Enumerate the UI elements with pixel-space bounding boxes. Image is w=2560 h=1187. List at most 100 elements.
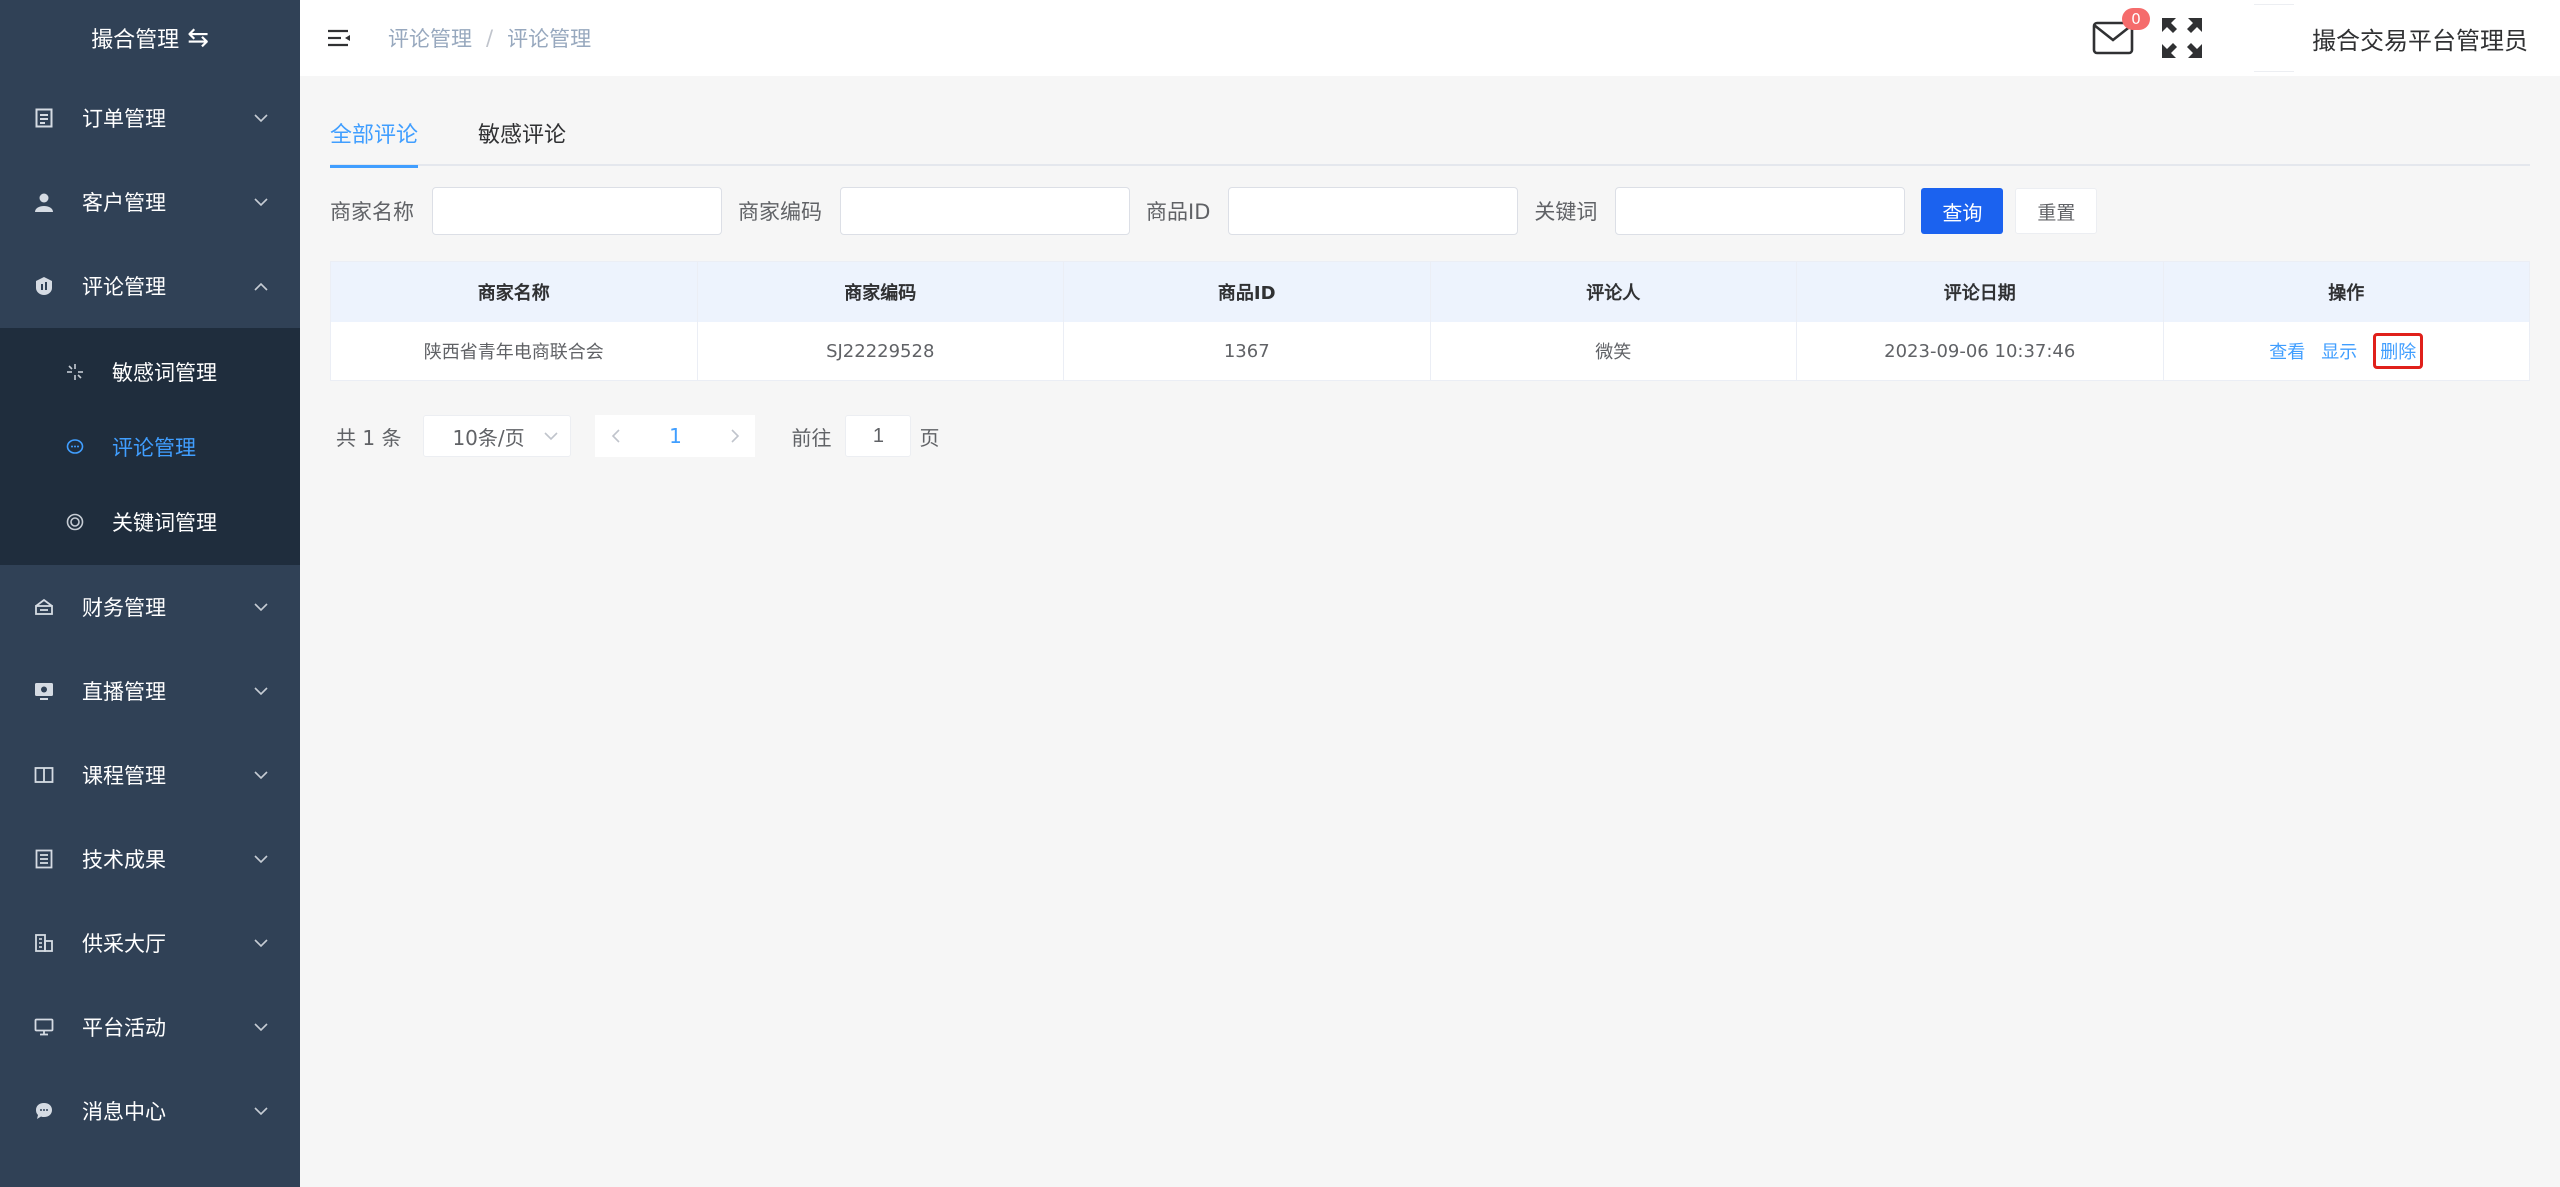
merchant-name-cell: 陕西省青年电商联合会 bbox=[331, 322, 698, 380]
avatar[interactable] bbox=[2254, 4, 2294, 72]
chevron-up-icon bbox=[252, 277, 270, 295]
comments-submenu: 敏感词管理 评论管理 关键词管理 bbox=[0, 328, 300, 565]
menu-toggle-icon[interactable] bbox=[326, 25, 352, 51]
page-size-select[interactable]: 10条/页 bbox=[423, 415, 572, 457]
sidebar-item-finance[interactable]: 财务管理 bbox=[0, 565, 300, 649]
page-suffix: 页 bbox=[919, 425, 940, 450]
column-header: 评论人 bbox=[1431, 262, 1797, 322]
column-header: 评论日期 bbox=[1797, 262, 2164, 322]
breadcrumb-separator: / bbox=[486, 26, 494, 50]
chevron-down-icon bbox=[252, 1102, 270, 1120]
sidebar-subitem-comment-management[interactable]: 评论管理 bbox=[0, 409, 300, 484]
chevron-down-icon bbox=[252, 1018, 270, 1036]
building-icon bbox=[32, 931, 56, 955]
mail-badge: 0 bbox=[2122, 8, 2150, 30]
header-actions: 0 撮合交易平台管理员 bbox=[2092, 0, 2560, 76]
sidebar-item-customers[interactable]: 客户管理 bbox=[0, 160, 300, 244]
sparkle-icon bbox=[64, 361, 86, 383]
tab-all-comments[interactable]: 全部评论 bbox=[330, 116, 419, 168]
view-button[interactable]: 查看 bbox=[2269, 338, 2305, 364]
monitor-icon bbox=[32, 1015, 56, 1039]
main-content: 全部评论 敏感评论 商家名称 商家编码 商品ID 关键词 查询 重置 商家名称 … bbox=[300, 76, 2560, 1187]
list-doc-icon bbox=[32, 847, 56, 871]
merchant-code-label: 商家编码 bbox=[738, 200, 822, 224]
goto-page-input[interactable] bbox=[845, 415, 912, 457]
live-screen-icon bbox=[32, 679, 56, 703]
chevron-down-icon bbox=[252, 682, 270, 700]
actions-cell: 查看 显示 删除 bbox=[2164, 322, 2530, 380]
column-header: 商品ID bbox=[1064, 262, 1431, 322]
delete-button[interactable]: 删除 bbox=[2373, 333, 2424, 369]
username[interactable]: 撮合交易平台管理员 bbox=[2312, 21, 2528, 56]
message-bubble-icon bbox=[32, 1099, 56, 1123]
sidebar-item-label: 客户管理 bbox=[82, 191, 166, 215]
column-header: 商家编码 bbox=[698, 262, 1064, 322]
pagination: 共 1 条 10条/页 1 前往 页 bbox=[336, 414, 939, 458]
sidebar-subitem-label: 敏感词管理 bbox=[112, 360, 217, 385]
top-header: 评论管理 / 评论管理 0 撮合交易平台管理员 bbox=[300, 0, 2560, 76]
pagination-total: 共 1 条 bbox=[336, 425, 402, 450]
chevron-down-icon bbox=[252, 850, 270, 868]
chevron-down-icon bbox=[252, 109, 270, 127]
comment-shield-icon bbox=[32, 274, 56, 298]
sidebar-logo[interactable]: 撮合管理 ⇆ bbox=[0, 0, 300, 76]
chevron-down-icon bbox=[252, 193, 270, 211]
fullscreen-icon[interactable] bbox=[2160, 16, 2204, 60]
sidebar-item-live[interactable]: 直播管理 bbox=[0, 649, 300, 733]
sidebar-item-message-center[interactable]: 消息中心 bbox=[0, 1069, 300, 1153]
sidebar-subitem-sensitive-words[interactable]: 敏感词管理 bbox=[0, 334, 300, 409]
merchant-code-input[interactable] bbox=[840, 187, 1130, 235]
logo-text: 撮合管理 bbox=[91, 28, 180, 53]
product-id-input[interactable] bbox=[1228, 187, 1519, 235]
tab-sensitive-comments[interactable]: 敏感评论 bbox=[478, 116, 566, 166]
product-id-label: 商品ID bbox=[1146, 200, 1211, 224]
sidebar-subitem-label: 评论管理 bbox=[112, 435, 196, 460]
sidebar-item-procurement-hall[interactable]: 供采大厅 bbox=[0, 901, 300, 985]
chevron-down-icon bbox=[252, 598, 270, 616]
book-icon bbox=[32, 763, 56, 787]
target-icon bbox=[64, 511, 86, 533]
query-button[interactable]: 查询 bbox=[1921, 188, 2004, 234]
filter-form: 商家名称 商家编码 商品ID 关键词 查询 重置 bbox=[330, 186, 2098, 236]
next-page-button[interactable] bbox=[715, 415, 756, 457]
document-icon bbox=[32, 106, 56, 130]
breadcrumb-item[interactable]: 评论管理 bbox=[388, 23, 472, 53]
sidebar-subitem-keywords[interactable]: 关键词管理 bbox=[0, 484, 300, 559]
page-number[interactable]: 1 bbox=[635, 415, 716, 457]
comments-table: 商家名称 商家编码 商品ID 评论人 评论日期 操作 陕西省青年电商联合会 SJ… bbox=[330, 261, 2530, 381]
sidebar-item-label: 消息中心 bbox=[82, 1100, 166, 1124]
finance-icon bbox=[32, 595, 56, 619]
commenter-cell: 微笑 bbox=[1431, 322, 1797, 380]
chevron-down-icon bbox=[252, 934, 270, 952]
chevron-down-icon bbox=[252, 766, 270, 784]
sidebar: 撮合管理 ⇆ 订单管理 客户管理 评论管理 敏感词管理 评论管理 关键词管理 财… bbox=[0, 0, 300, 1187]
reset-button[interactable]: 重置 bbox=[2015, 188, 2098, 234]
mail-button[interactable]: 0 bbox=[2092, 8, 2150, 60]
keyword-input[interactable] bbox=[1615, 187, 1906, 235]
prev-page-button[interactable] bbox=[595, 415, 636, 457]
date-cell: 2023-09-06 10:37:46 bbox=[1797, 322, 2164, 380]
sidebar-item-label: 课程管理 bbox=[82, 764, 166, 788]
sidebar-item-orders[interactable]: 订单管理 bbox=[0, 76, 300, 160]
show-button[interactable]: 显示 bbox=[2321, 338, 2357, 364]
sidebar-item-courses[interactable]: 课程管理 bbox=[0, 733, 300, 817]
page-size-value: 10条/页 bbox=[452, 425, 525, 450]
column-header: 操作 bbox=[2328, 283, 2365, 304]
chevron-left-icon bbox=[611, 429, 620, 443]
sidebar-item-platform-activity[interactable]: 平台活动 bbox=[0, 985, 300, 1069]
sidebar-item-label: 直播管理 bbox=[82, 680, 166, 704]
table-row: 陕西省青年电商联合会 SJ22229528 1367 微笑 2023-09-06… bbox=[331, 322, 2529, 380]
merchant-name-label: 商家名称 bbox=[330, 200, 414, 224]
sidebar-item-label: 供采大厅 bbox=[82, 932, 166, 956]
sidebar-item-label: 财务管理 bbox=[82, 596, 166, 620]
table-header: 商家名称 商家编码 商品ID 评论人 评论日期 操作 bbox=[331, 262, 2529, 322]
sidebar-subitem-label: 关键词管理 bbox=[112, 510, 217, 535]
sidebar-item-tech-results[interactable]: 技术成果 bbox=[0, 817, 300, 901]
switch-icon[interactable]: ⇆ bbox=[187, 25, 209, 51]
comment-tabs: 全部评论 敏感评论 bbox=[330, 116, 2530, 168]
sidebar-item-comments[interactable]: 评论管理 bbox=[0, 244, 300, 328]
merchant-code-cell: SJ22229528 bbox=[698, 322, 1064, 380]
chevron-right-icon bbox=[731, 429, 740, 443]
merchant-name-input[interactable] bbox=[432, 187, 722, 235]
column-header: 商家名称 bbox=[331, 262, 698, 322]
